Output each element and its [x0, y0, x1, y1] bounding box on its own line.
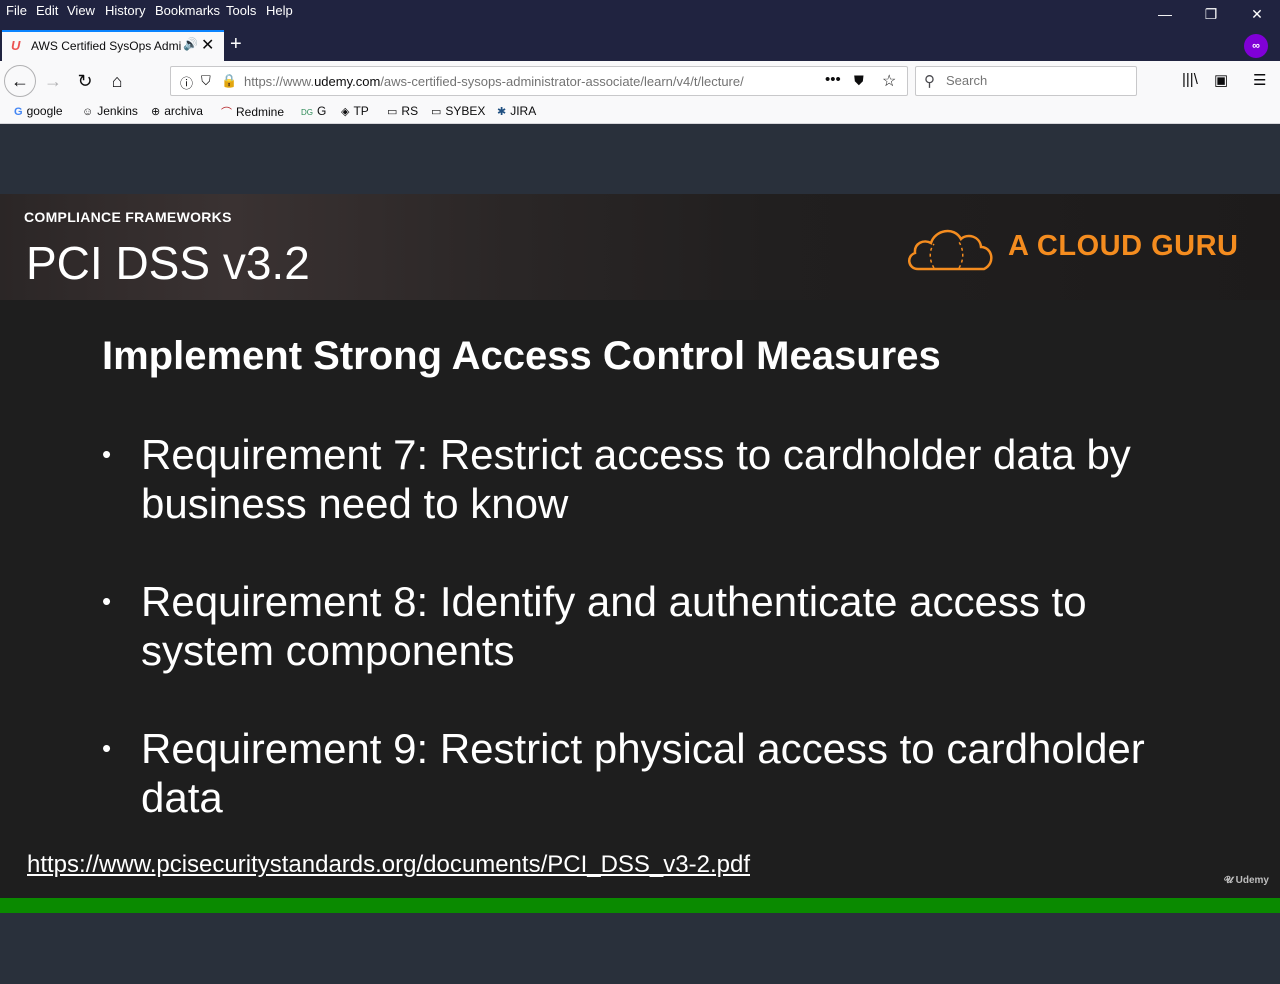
private-browsing-icon: ∞ — [1244, 34, 1268, 58]
page-actions-icon[interactable]: ••• — [825, 71, 841, 88]
bookmark-star-icon[interactable]: ☆ — [882, 71, 896, 91]
bookmark-tp[interactable]: ◈ TP — [341, 104, 369, 118]
bookmark-archiva[interactable]: ⊕ archiva — [151, 104, 203, 118]
g-site-icon: DG — [301, 108, 313, 117]
udemy-favicon-icon: U — [11, 38, 21, 53]
tracking-shield-icon[interactable]: ⛉ — [201, 73, 211, 89]
bullet-dot: • — [102, 439, 112, 469]
lock-icon[interactable]: 🔒 — [221, 73, 237, 89]
menu-bookmarks[interactable]: Bookmarks — [155, 3, 220, 18]
pocket-icon[interactable]: ⛊ — [854, 73, 864, 89]
menu-bar: File Edit View History Bookmarks Tools H… — [0, 0, 1280, 30]
bookmark-jenkins[interactable]: ☺ Jenkins — [82, 104, 138, 118]
bullet-dot: • — [102, 733, 112, 763]
search-icon: ⚲ — [924, 73, 935, 90]
jira-icon: ✱ — [497, 106, 507, 118]
bullet-dot: • — [102, 586, 112, 616]
source-link: https://www.pcisecuritystandards.org/doc… — [27, 851, 750, 878]
nav-toolbar: ← → ↻ ⌂ ⓘ ⛉ 🔒 https://www.udemy.com/aws-… — [0, 61, 1280, 101]
slide-title: PCI DSS v3.2 — [26, 237, 310, 289]
google-icon: G — [14, 106, 23, 118]
folder-icon: ▭ — [387, 106, 398, 118]
slide-header: COMPLIANCE FRAMEWORKS PCI DSS v3.2 A CLO… — [0, 194, 1280, 300]
tab-strip: U AWS Certified SysOps Administrator 🔊 ✕… — [0, 30, 1280, 61]
bullet-text: Requirement 8: Identify and authenticate… — [141, 578, 1087, 674]
lecture-slide: COMPLIANCE FRAMEWORKS PCI DSS v3.2 A CLO… — [0, 194, 1280, 898]
progress-fill — [0, 898, 1280, 913]
redmine-icon: ⌒ — [221, 107, 232, 119]
info-icon[interactable]: ⓘ — [180, 73, 193, 92]
video-player[interactable]: COMPLIANCE FRAMEWORKS PCI DSS v3.2 A CLO… — [0, 124, 1280, 984]
back-icon[interactable]: ← — [4, 65, 36, 97]
udemy-watermark: 𝓤 Udemy — [1224, 875, 1269, 886]
new-tab-icon[interactable]: + — [230, 33, 242, 56]
tab-title: AWS Certified SysOps Administrator — [31, 39, 181, 53]
speaker-icon[interactable]: 🔊 — [183, 37, 198, 51]
menu-help[interactable]: Help — [266, 3, 293, 18]
menu-view[interactable]: View — [67, 3, 95, 18]
slide-kicker: COMPLIANCE FRAMEWORKS — [24, 209, 232, 225]
library-icon[interactable]: |||\ — [1182, 71, 1198, 88]
menu-tools[interactable]: Tools — [226, 3, 256, 18]
sidebar-icon[interactable]: ▣ — [1214, 71, 1228, 89]
bookmark-google[interactable]: Ggoogle — [14, 104, 63, 118]
brand-name: A CLOUD GURU — [1008, 230, 1239, 262]
minimize-icon[interactable]: — — [1142, 0, 1188, 30]
forward-icon[interactable]: → — [38, 66, 68, 96]
tab-udemy[interactable]: U AWS Certified SysOps Administrator 🔊 ✕ — [2, 30, 224, 61]
reload-icon[interactable]: ↻ — [70, 66, 100, 96]
url-text[interactable]: https://www.udemy.com/aws-certified-syso… — [244, 74, 789, 89]
close-window-icon[interactable]: ✕ — [1234, 0, 1280, 30]
restore-icon[interactable]: ❐ — [1188, 0, 1234, 30]
bookmarks-toolbar: Ggoogle ☺ Jenkins ⊕ archiva ⌒ Redmine DG G ◈… — [0, 101, 1280, 124]
bookmark-rs[interactable]: ▭ RS — [387, 104, 418, 118]
url-bar[interactable]: ⓘ ⛉ 🔒 https://www.udemy.com/aws-certifie… — [170, 66, 908, 96]
cloud-logo-icon — [908, 229, 993, 271]
hamburger-menu-icon[interactable]: ☰ — [1253, 71, 1266, 89]
menu-history[interactable]: History — [105, 3, 145, 18]
home-icon[interactable]: ⌂ — [102, 66, 132, 96]
bookmark-redmine[interactable]: ⌒ Redmine — [221, 104, 284, 120]
menu-file[interactable]: File — [6, 3, 27, 18]
tp-icon: ◈ — [341, 106, 350, 118]
bookmark-sybex[interactable]: ▭ SYBEX — [431, 104, 485, 118]
folder-icon: ▭ — [431, 106, 442, 118]
bookmark-g[interactable]: DG G — [301, 104, 326, 118]
slide-heading: Implement Strong Access Control Measures — [102, 334, 941, 378]
video-progress-bar[interactable] — [0, 898, 1280, 913]
search-input[interactable] — [946, 73, 1126, 88]
bookmark-jira[interactable]: ✱ JIRA — [497, 104, 536, 118]
bullet-text: Requirement 7: Restrict access to cardho… — [141, 431, 1131, 527]
bullet-text: Requirement 9: Restrict physical access … — [141, 725, 1145, 821]
tab-close-icon[interactable]: ✕ — [201, 35, 214, 55]
globe-icon: ⊕ — [151, 106, 161, 118]
menu-edit[interactable]: Edit — [36, 3, 58, 18]
jenkins-icon: ☺ — [82, 106, 94, 118]
search-bar[interactable]: ⚲ — [915, 66, 1137, 96]
